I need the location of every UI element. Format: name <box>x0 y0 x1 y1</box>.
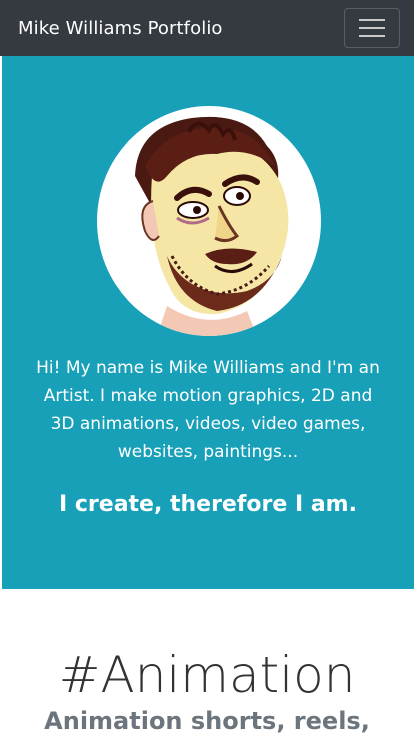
top-navbar: Mike Williams Portfolio <box>0 0 414 56</box>
hero-tagline: I create, therefore I am. <box>59 492 357 517</box>
hamburger-menu-icon <box>359 17 385 39</box>
page-edge <box>0 56 2 589</box>
caricature-portrait <box>135 116 289 336</box>
hero-section: Hi! My name is Mike Williams and I'm an … <box>2 56 414 589</box>
navbar-brand[interactable]: Mike Williams Portfolio <box>18 18 223 39</box>
navbar-toggle-button[interactable] <box>344 8 400 48</box>
animation-section-title: #Animation <box>58 646 356 704</box>
avatar <box>97 106 321 336</box>
animation-section-subtitle: Animation shorts, reels, <box>44 707 370 735</box>
intro-text: Hi! My name is Mike Williams and I'm an … <box>36 358 380 462</box>
